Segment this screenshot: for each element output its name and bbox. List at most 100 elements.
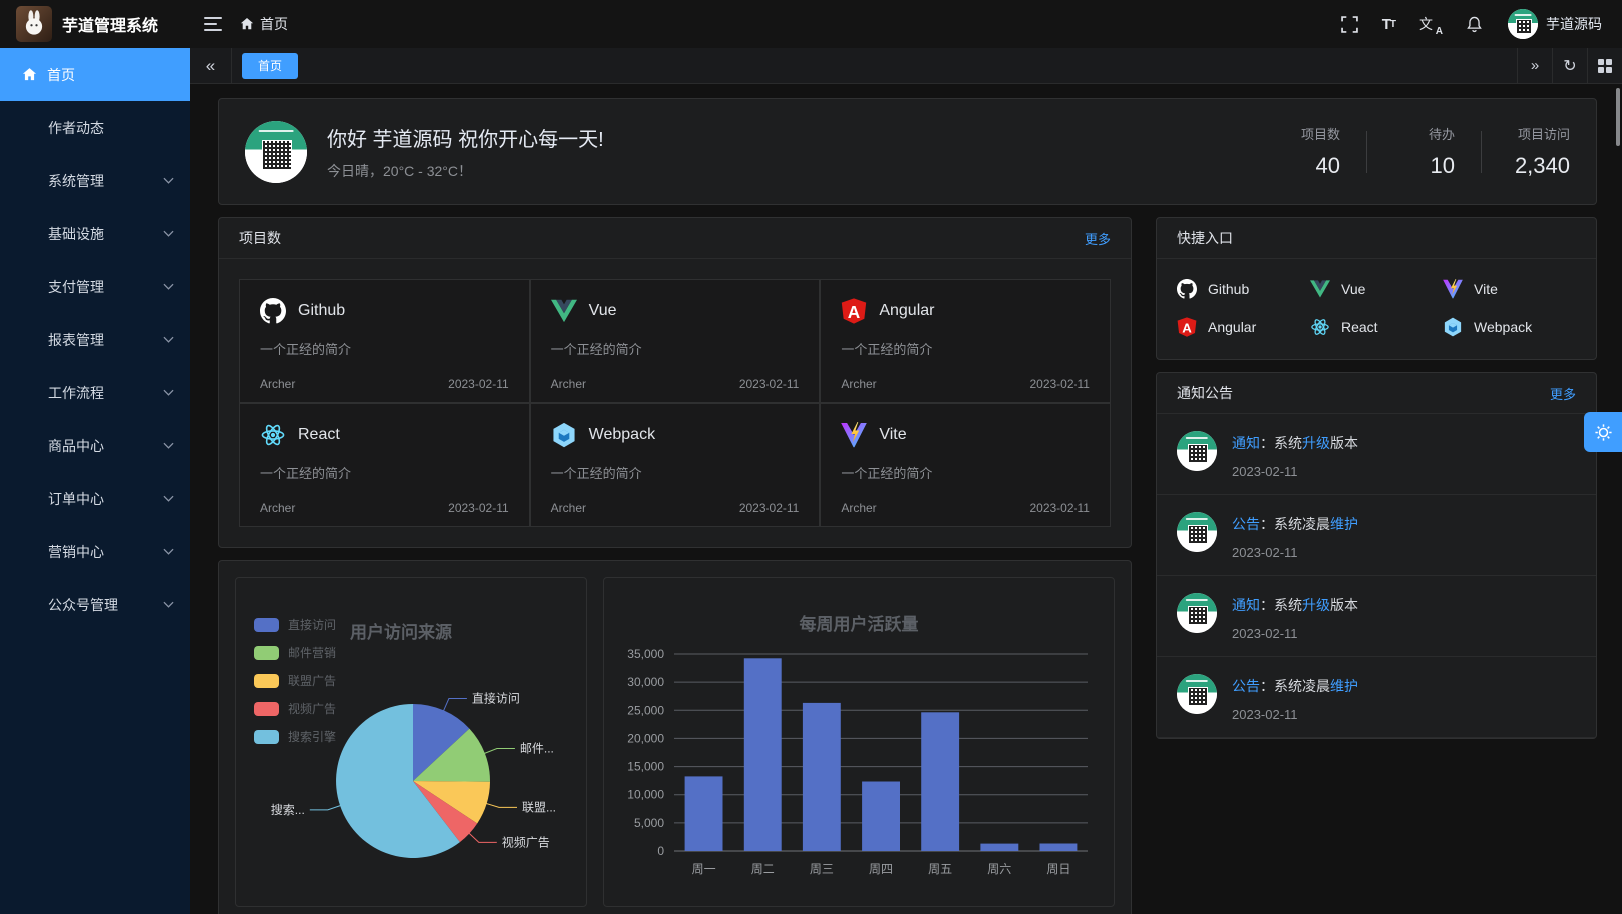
tab-options-button[interactable] — [1587, 48, 1622, 83]
shortcut-github[interactable]: Github — [1177, 279, 1310, 299]
project-date: 2023-02-11 — [1029, 501, 1090, 515]
svg-text:直接访问: 直接访问 — [472, 691, 520, 706]
shortcut-angular[interactable]: Angular — [1177, 317, 1310, 337]
notice-item[interactable]: 通知：系统升级版本 2023-02-11 — [1157, 576, 1596, 657]
project-card-angular[interactable]: Angular 一个正经的简介 Archer 2023-02-11 — [820, 279, 1111, 403]
sidebar-item-label: 订单中心 — [48, 489, 104, 509]
legend-item[interactable]: 邮件营销 — [254, 644, 336, 661]
chevron-down-icon — [163, 177, 174, 184]
project-card-react[interactable]: React 一个正经的简介 Archer 2023-02-11 — [239, 403, 530, 527]
pie-chart-title: 用户访问来源 — [350, 618, 452, 643]
svg-text:20,000: 20,000 — [627, 731, 664, 745]
shortcut-react[interactable]: React — [1310, 317, 1443, 337]
legend-item[interactable]: 搜索引擎 — [254, 728, 336, 745]
tab-scroll-right-button[interactable] — [1517, 48, 1552, 83]
project-date: 2023-02-11 — [448, 501, 509, 515]
notice-item[interactable]: 通知：系统升级版本 2023-02-11 — [1157, 414, 1596, 495]
notification-bell-icon[interactable] — [1465, 15, 1484, 34]
projects-more-link[interactable]: 更多 — [1085, 229, 1111, 248]
svg-text:搜索...: 搜索... — [271, 802, 305, 817]
breadcrumb[interactable]: 首页 — [240, 14, 288, 34]
scrollbar-thumb[interactable] — [1616, 88, 1620, 146]
bar-chart-title: 每周用户活跃量 — [604, 610, 1114, 635]
sidebar-item-home[interactable]: 首页 — [0, 48, 190, 101]
svg-text:30,000: 30,000 — [627, 675, 664, 689]
sidebar-collapse-button[interactable] — [190, 48, 232, 83]
gear-icon — [1594, 423, 1613, 442]
notices-card: 通知公告 更多 通知：系统升级版本 2023-02-11 — [1156, 372, 1597, 739]
sidebar-item-label: 作者动态 — [48, 118, 104, 138]
project-author: Archer — [260, 377, 295, 391]
notice-item[interactable]: 公告：系统凌晨维护 2023-02-11 — [1157, 657, 1596, 738]
svg-text:0: 0 — [657, 844, 664, 858]
sidebar-item-wechat[interactable]: 公众号管理 — [0, 578, 190, 631]
sidebar: 首页 作者动态 系统管理 基础设施 支付管理 报表管理 工作流程 商品中心 — [0, 48, 190, 914]
legend-item[interactable]: 联盟广告 — [254, 672, 336, 689]
pie-legend: 直接访问 邮件营销 联盟广告 — [254, 616, 336, 756]
user-avatar — [1508, 9, 1538, 39]
sidebar-item-label: 公众号管理 — [48, 595, 118, 615]
tab-home[interactable]: 首页 — [242, 53, 298, 79]
svg-text:视频广告: 视频广告 — [502, 834, 550, 849]
sidebar-item-product[interactable]: 商品中心 — [0, 419, 190, 472]
font-size-icon[interactable]: TT — [1382, 16, 1395, 33]
shortcut-webpack[interactable]: Webpack — [1443, 317, 1576, 337]
sidebar-item-marketing[interactable]: 营销中心 — [0, 525, 190, 578]
sidebar-item-order[interactable]: 订单中心 — [0, 472, 190, 525]
shortcut-vue[interactable]: Vue — [1310, 279, 1443, 299]
fullscreen-icon[interactable] — [1341, 16, 1358, 33]
svg-text:周三: 周三 — [810, 862, 834, 876]
tab-bar: 首页 — [190, 48, 1622, 84]
notice-date: 2023-02-11 — [1232, 626, 1358, 641]
hamburger-menu-icon[interactable] — [204, 17, 222, 31]
project-card-vite[interactable]: Vite 一个正经的简介 Archer 2023-02-11 — [820, 403, 1111, 527]
notices-card-title: 通知公告 — [1177, 383, 1233, 403]
sidebar-item-label: 工作流程 — [48, 383, 104, 403]
sidebar-item-pay[interactable]: 支付管理 — [0, 260, 190, 313]
shortcut-vite[interactable]: Vite — [1443, 279, 1576, 299]
refresh-button[interactable] — [1552, 48, 1587, 83]
chevron-down-icon — [163, 230, 174, 237]
svg-text:周二: 周二 — [751, 862, 775, 876]
sidebar-item-author[interactable]: 作者动态 — [0, 101, 190, 154]
github-icon — [260, 298, 286, 324]
project-card-github[interactable]: Github 一个正经的简介 Archer 2023-02-11 — [239, 279, 530, 403]
chevron-down-icon — [163, 442, 174, 449]
webpack-icon — [551, 422, 577, 448]
rabbit-logo-icon — [19, 9, 49, 39]
home-icon — [22, 67, 37, 82]
stat-visits: 项目访问 2,340 — [1508, 124, 1570, 179]
notice-avatar — [1177, 674, 1217, 714]
pie-chart: 用户访问来源 直接访问 邮件营销 — [235, 577, 587, 907]
project-date: 2023-02-11 — [448, 377, 509, 391]
sidebar-item-report[interactable]: 报表管理 — [0, 313, 190, 366]
app-logo — [16, 6, 52, 42]
project-author: Archer — [260, 501, 295, 515]
settings-gear-button[interactable] — [1584, 412, 1622, 452]
angular-icon — [841, 298, 867, 324]
charts-card: 用户访问来源 直接访问 邮件营销 — [218, 560, 1132, 914]
projects-card-title: 项目数 — [239, 228, 281, 248]
svg-text:5,000: 5,000 — [634, 816, 664, 830]
project-card-vue[interactable]: Vue 一个正经的简介 Archer 2023-02-11 — [530, 279, 821, 403]
notice-date: 2023-02-11 — [1232, 464, 1358, 479]
svg-text:邮件...: 邮件... — [520, 742, 554, 756]
legend-item[interactable]: 视频广告 — [254, 700, 336, 717]
divider — [1481, 131, 1482, 173]
language-switch-icon[interactable]: 文A — [1419, 14, 1441, 34]
page-content: 你好 芋道源码 祝你开心每一天! 今日晴，20°C - 32°C！ 项目数 40… — [190, 84, 1622, 914]
divider — [1366, 131, 1367, 173]
welcome-card: 你好 芋道源码 祝你开心每一天! 今日晴，20°C - 32°C！ 项目数 40… — [218, 98, 1597, 205]
svg-text:10,000: 10,000 — [627, 788, 664, 802]
app-logo-area[interactable]: 芋道管理系统 — [0, 6, 190, 42]
sidebar-item-infra[interactable]: 基础设施 — [0, 207, 190, 260]
notices-more-link[interactable]: 更多 — [1550, 384, 1576, 403]
sidebar-item-workflow[interactable]: 工作流程 — [0, 366, 190, 419]
notice-item[interactable]: 公告：系统凌晨维护 2023-02-11 — [1157, 495, 1596, 576]
sidebar-item-system[interactable]: 系统管理 — [0, 154, 190, 207]
sidebar-item-label: 营销中心 — [48, 542, 104, 562]
angular-icon — [1177, 317, 1197, 337]
legend-item[interactable]: 直接访问 — [254, 616, 336, 633]
project-card-webpack[interactable]: Webpack 一个正经的简介 Archer 2023-02-11 — [530, 403, 821, 527]
user-menu[interactable]: 芋道源码 — [1508, 9, 1602, 39]
